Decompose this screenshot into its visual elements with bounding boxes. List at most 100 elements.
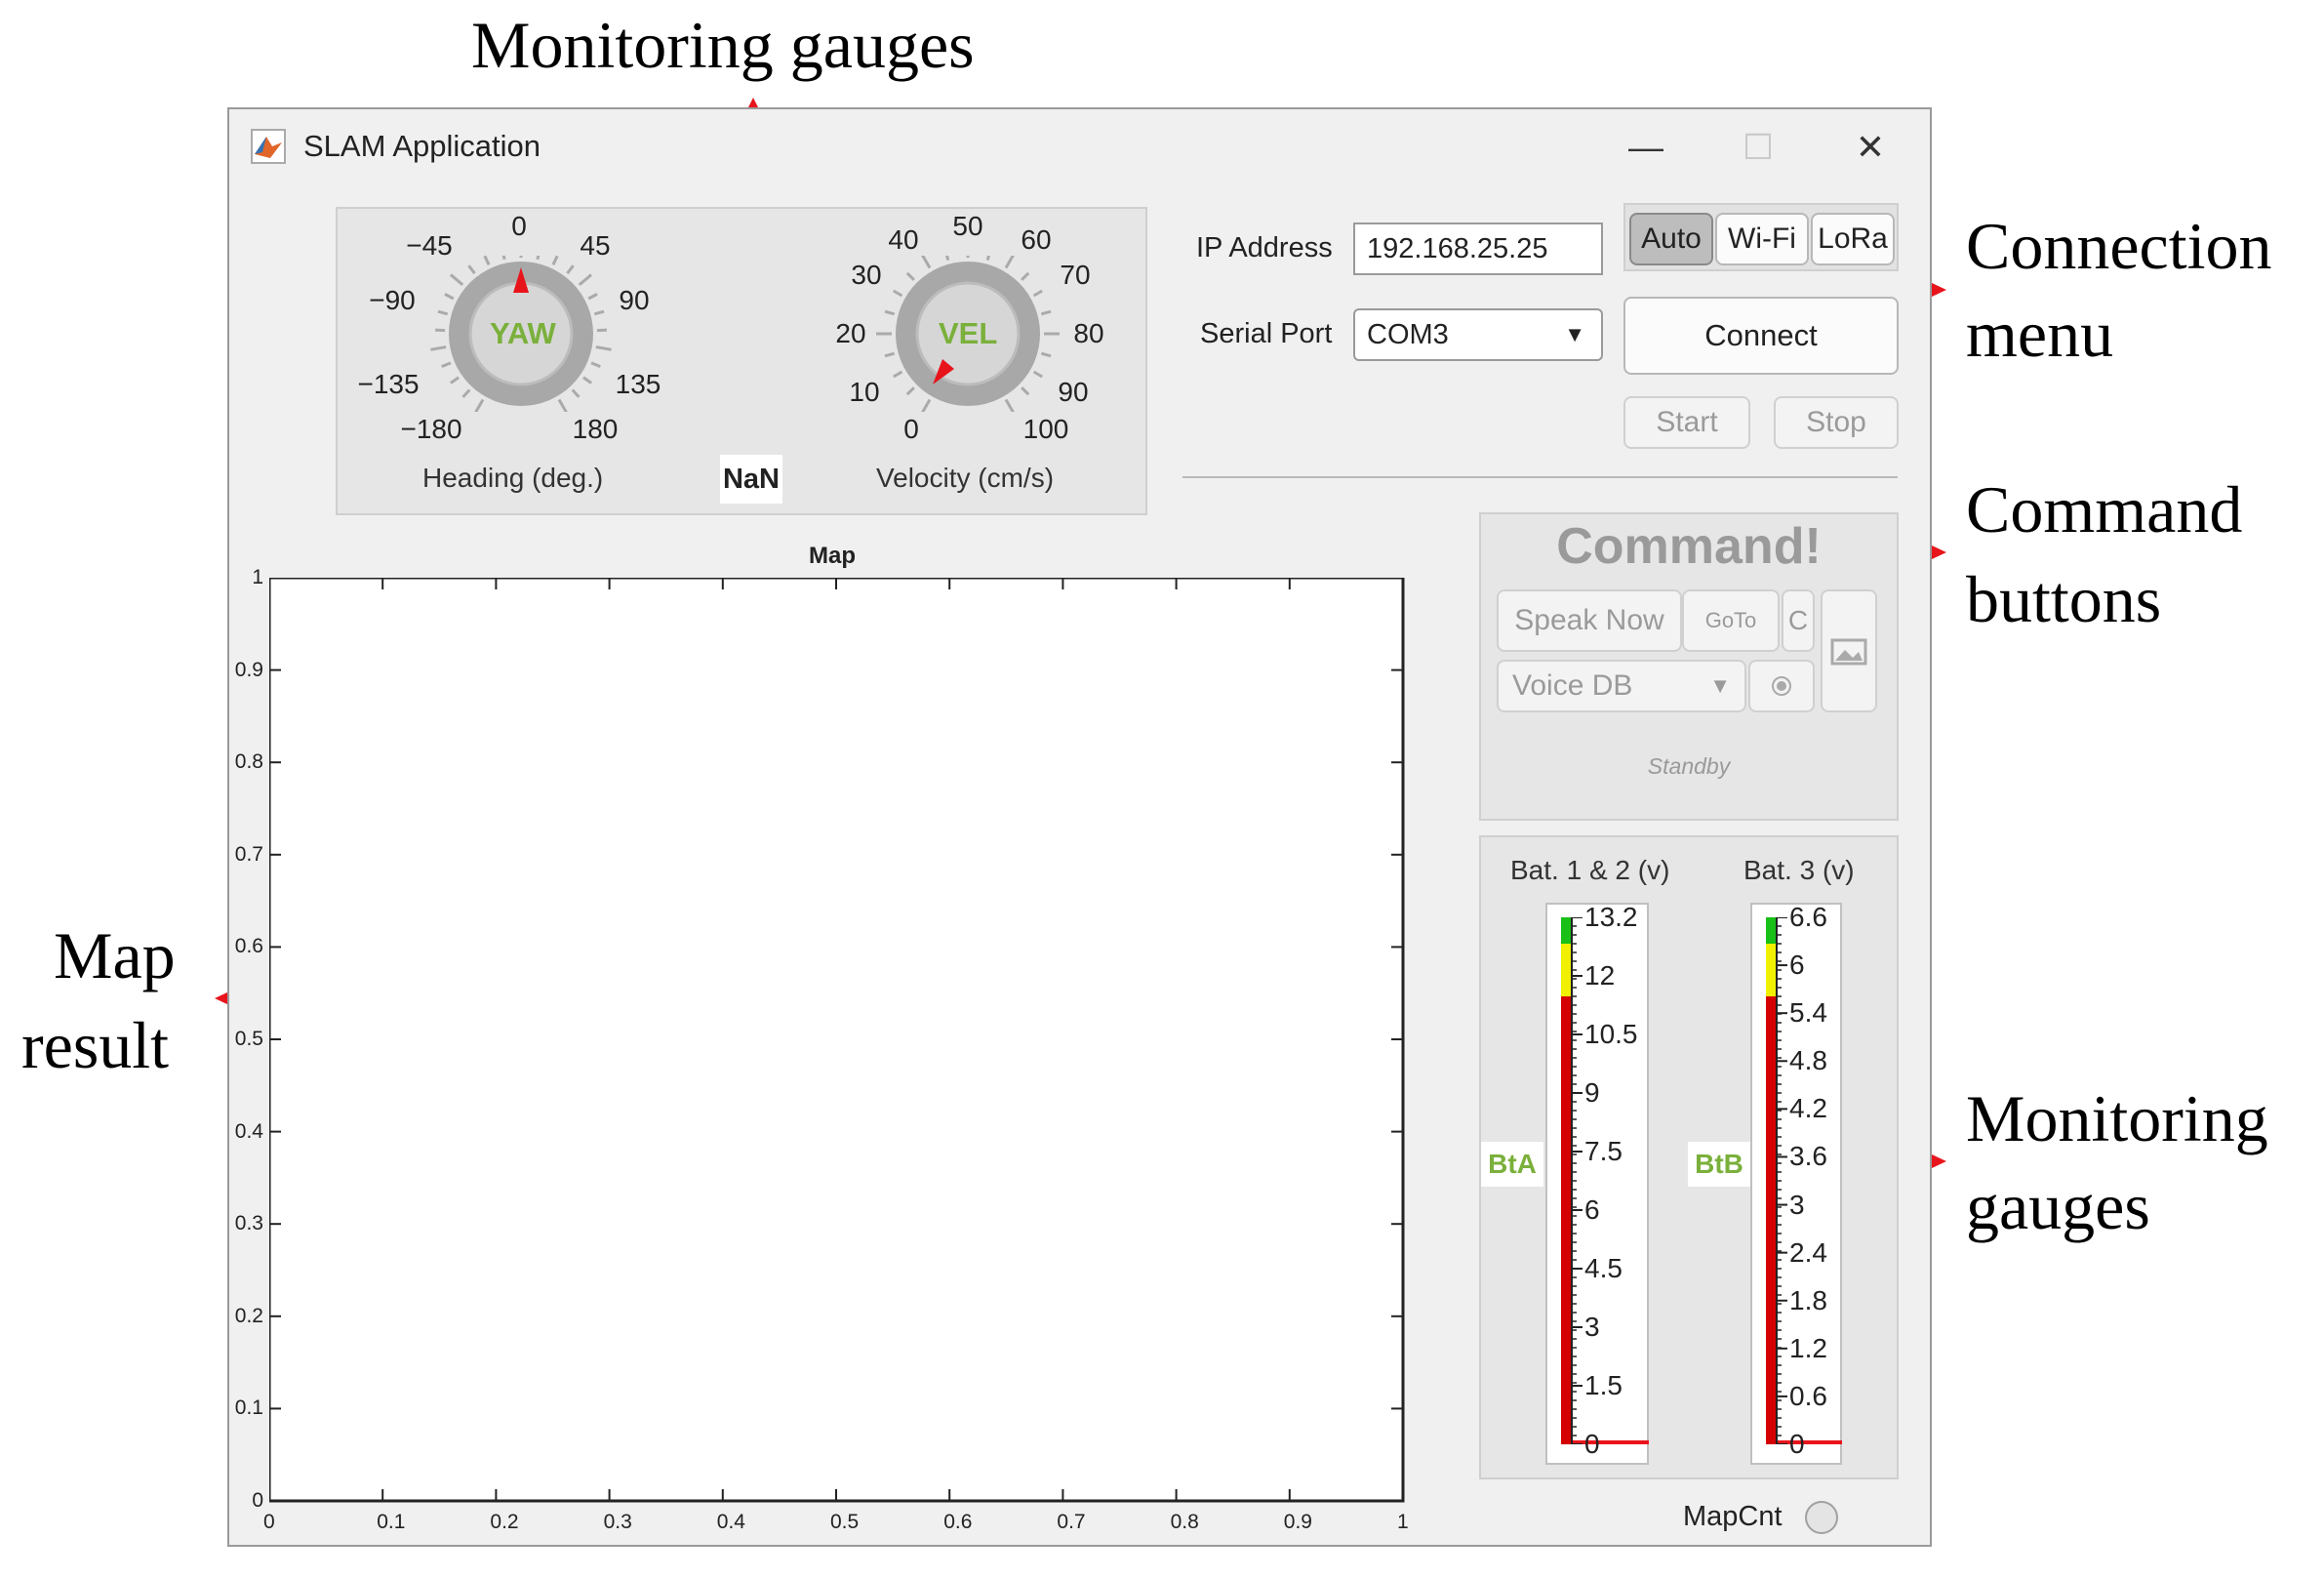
vel-caption: Velocity (cm/s) bbox=[876, 463, 1055, 493]
mapcnt-lamp bbox=[1805, 1501, 1838, 1534]
dial-tick bbox=[985, 256, 990, 262]
connect-button[interactable]: Connect bbox=[1623, 297, 1899, 375]
record-button[interactable] bbox=[1748, 660, 1815, 712]
map-y-tick-label: 0.4 bbox=[234, 1119, 263, 1143]
scale-segment bbox=[1561, 1348, 1571, 1357]
ip-address-field[interactable] bbox=[1353, 223, 1603, 275]
scale-segment bbox=[1766, 926, 1776, 936]
mode-wifi-button[interactable]: Wi-Fi bbox=[1715, 213, 1809, 265]
start-button[interactable]: Start bbox=[1623, 396, 1750, 449]
vel-center-label: VEL bbox=[939, 316, 998, 350]
scale-segment bbox=[1561, 1119, 1571, 1129]
scale-segment bbox=[1561, 944, 1571, 953]
battery-tick-label: 6 bbox=[1584, 1194, 1600, 1225]
scale-segment bbox=[1766, 988, 1776, 997]
scale-segment bbox=[1766, 1014, 1776, 1024]
scale-segment bbox=[1561, 1058, 1571, 1068]
dial-tick bbox=[1004, 256, 1015, 269]
battery-tick-label: 0.6 bbox=[1789, 1380, 1827, 1411]
yaw-tick-90: 90 bbox=[619, 285, 650, 315]
map-x-tick-label: 0 bbox=[263, 1511, 275, 1533]
scale-segment bbox=[1561, 1365, 1571, 1375]
scale-segment bbox=[1766, 1260, 1776, 1270]
vel-tick-70: 70 bbox=[1060, 260, 1091, 290]
scale-segment bbox=[1766, 1225, 1776, 1234]
battery-tick-label: 1.5 bbox=[1584, 1370, 1623, 1400]
close-button[interactable]: ✕ bbox=[1841, 123, 1900, 172]
dial-tick bbox=[582, 376, 592, 384]
dial-tick bbox=[551, 256, 559, 265]
image-button[interactable] bbox=[1821, 589, 1877, 712]
dial-tick bbox=[595, 345, 612, 351]
scale-segment bbox=[1766, 1400, 1776, 1410]
dial-tick bbox=[557, 398, 568, 412]
speak-now-button[interactable]: Speak Now bbox=[1497, 589, 1682, 652]
dial-tick bbox=[945, 256, 950, 262]
battery-tick-label: 1.2 bbox=[1789, 1332, 1827, 1363]
scale-segment bbox=[1766, 1277, 1776, 1287]
dial-tick bbox=[571, 388, 581, 398]
voice-db-dropdown[interactable]: Voice DB ▼ bbox=[1497, 660, 1746, 712]
yaw-tick-0: 0 bbox=[511, 211, 527, 241]
scale-segment bbox=[1561, 1207, 1571, 1217]
dial-tick bbox=[501, 256, 506, 261]
dial-tick bbox=[593, 309, 605, 316]
stop-button[interactable]: Stop bbox=[1774, 396, 1899, 449]
map-y-tick-label: 0.6 bbox=[234, 935, 263, 958]
serial-port-dropdown[interactable]: COM3 ▼ bbox=[1353, 308, 1603, 361]
vel-tick-100: 100 bbox=[1022, 414, 1069, 444]
scale-segment bbox=[1561, 961, 1571, 971]
scale-segment bbox=[1766, 1198, 1776, 1208]
battery-tick-label: 0 bbox=[1789, 1429, 1805, 1459]
maximize-button[interactable]: ☐ bbox=[1729, 123, 1787, 172]
scale-segment bbox=[1766, 1084, 1776, 1094]
dial-tick bbox=[884, 351, 896, 358]
scale-segment bbox=[1766, 1321, 1776, 1331]
yaw-caption: Heading (deg.) bbox=[422, 463, 604, 493]
title-bar[interactable]: SLAM Application — ☐ ✕ bbox=[229, 109, 1930, 183]
scale-segment bbox=[1561, 935, 1571, 945]
scale-segment bbox=[1766, 1049, 1776, 1059]
scale-segment bbox=[1766, 1163, 1776, 1173]
command-status: Standby bbox=[1647, 753, 1731, 779]
battery-tick-label: 13.2 bbox=[1584, 902, 1638, 932]
scale-segment bbox=[1766, 1339, 1776, 1349]
chevron-down-icon: ▼ bbox=[1709, 673, 1731, 698]
dial-tick bbox=[536, 256, 541, 261]
scale-segment bbox=[1561, 1084, 1571, 1094]
matlab-icon bbox=[251, 129, 286, 164]
scale-segment bbox=[1766, 1058, 1776, 1068]
scale-segment bbox=[1561, 1023, 1571, 1032]
image-icon bbox=[1830, 638, 1867, 666]
map-x-tick-label: 0.1 bbox=[377, 1511, 406, 1533]
mode-auto-button[interactable]: Auto bbox=[1629, 213, 1713, 265]
scale-segment bbox=[1561, 1005, 1571, 1015]
battery-tick-label: 4.8 bbox=[1789, 1045, 1827, 1076]
goto-button[interactable]: GoTo bbox=[1682, 589, 1780, 652]
scale-segment bbox=[1766, 1365, 1776, 1375]
minimize-button[interactable]: — bbox=[1617, 123, 1675, 172]
battery-tick-label: 6.6 bbox=[1789, 902, 1827, 932]
dial-tick bbox=[884, 309, 896, 316]
mode-lora-button[interactable]: LoRa bbox=[1811, 213, 1895, 265]
scale-segment bbox=[1561, 1093, 1571, 1103]
bat12-label: BtA bbox=[1481, 1142, 1543, 1187]
bat12-caption: Bat. 1 & 2 (v) bbox=[1510, 855, 1670, 885]
yaw-tick-45: 45 bbox=[580, 230, 611, 261]
scale-segment bbox=[1766, 1304, 1776, 1314]
map-y-tick-label: 0 bbox=[252, 1489, 263, 1512]
scale-segment bbox=[1561, 1014, 1571, 1024]
yaw-tick-180: 180 bbox=[572, 414, 619, 444]
serial-port-label: Serial Port bbox=[1200, 318, 1333, 349]
dial-tick bbox=[483, 256, 491, 265]
scale-segment bbox=[1766, 1251, 1776, 1261]
scale-segment bbox=[1766, 1040, 1776, 1050]
scale-segment bbox=[1561, 1225, 1571, 1234]
command-title: Command! bbox=[1556, 518, 1822, 575]
scale-segment bbox=[1766, 1032, 1776, 1041]
scale-segment bbox=[1561, 1154, 1571, 1164]
battery-tick-label: 4.2 bbox=[1789, 1093, 1827, 1124]
scale-segment bbox=[1766, 1216, 1776, 1226]
map-x-tick-label: 0.4 bbox=[716, 1511, 745, 1533]
c-button[interactable]: C bbox=[1782, 589, 1815, 652]
